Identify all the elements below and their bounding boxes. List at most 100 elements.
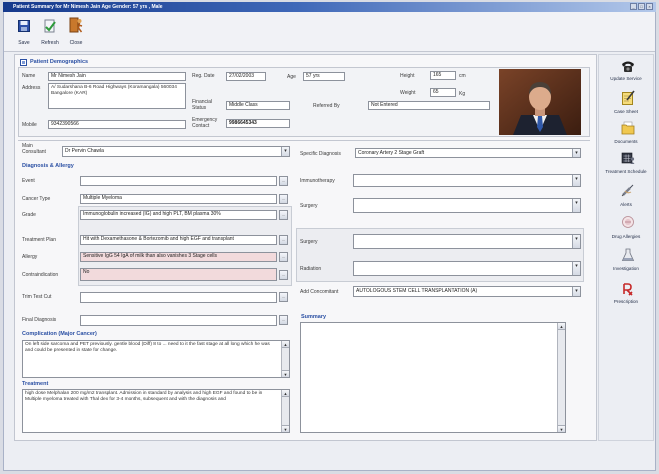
- scroll-up-icon[interactable]: ▲: [282, 341, 289, 348]
- treatment-plan-field[interactable]: Hit with Dexamethasone & Bortezomib and …: [80, 235, 277, 245]
- refresh-icon: [44, 19, 56, 33]
- main-consultant-select[interactable]: Dr Pervin Chawla ▾: [62, 146, 290, 157]
- trim-test-cut-label: Trim Test Cut: [22, 294, 52, 300]
- mobile-label: Mobile: [22, 122, 37, 128]
- event-label: Event: [22, 178, 35, 184]
- surgery-2-field[interactable]: ▾: [353, 234, 581, 249]
- demographics-title: Patient Demographics: [30, 59, 89, 65]
- grade-field[interactable]: Immunoglobulin increased (IG) and high P…: [80, 210, 277, 220]
- weight-label: Weight: [400, 90, 416, 96]
- rx-icon: [623, 283, 633, 296]
- immunotherapy-label: Immunotherapy: [300, 178, 335, 184]
- weight-field[interactable]: 65: [430, 88, 456, 97]
- scroll-down-icon[interactable]: ▼: [282, 370, 289, 377]
- specific-diagnosis-select[interactable]: Coronary Artery 2 Stage Graft ▾: [355, 148, 581, 158]
- complication-scrollbar[interactable]: ▲ ▼: [281, 341, 289, 377]
- surgery-2-label: Surgery: [300, 239, 318, 245]
- chevron-down-icon[interactable]: ▾: [572, 149, 580, 157]
- age-label: Age: [287, 74, 296, 80]
- chevron-down-icon[interactable]: ▾: [572, 199, 580, 212]
- scroll-up-icon[interactable]: ▲: [282, 390, 289, 397]
- toolbar: [4, 12, 655, 52]
- sidebar-item-label: Drug Allergies: [611, 234, 641, 239]
- treatment-plan-lookup-button[interactable]: …: [279, 235, 288, 245]
- name-field[interactable]: Mr Nimesh Jain: [48, 72, 186, 81]
- maximize-button[interactable]: □: [638, 3, 645, 10]
- financial-status-field[interactable]: Middle Class: [226, 101, 290, 110]
- minimize-button[interactable]: _: [630, 3, 637, 10]
- title-bar[interactable]: Patient Summary for Mr Nimesh Jain Age G…: [3, 2, 656, 12]
- specific-diagnosis-value: Coronary Artery 2 Stage Graft: [358, 150, 425, 156]
- height-unit: cm: [459, 73, 466, 79]
- complication-title: Complication (Major Cancer): [22, 331, 97, 337]
- treatment-text: high dose Melphalan 200 mg/m2 transplant…: [25, 391, 263, 402]
- sidebar-item-label: Case Sheet: [613, 109, 638, 114]
- grade-label: Grade: [22, 212, 36, 218]
- chevron-down-icon[interactable]: ▾: [572, 235, 580, 248]
- trim-test-cut-field[interactable]: [80, 292, 277, 303]
- summary-scrollbar[interactable]: ▲ ▼: [557, 323, 565, 432]
- reg-date-field[interactable]: 27/02/2003: [226, 72, 266, 81]
- refresh-button[interactable]: Refresh: [40, 18, 60, 48]
- final-diagnosis-field[interactable]: [80, 315, 277, 326]
- syringe-icon: [621, 184, 634, 197]
- immunotherapy-field[interactable]: ▾: [353, 174, 581, 187]
- name-label: Name: [22, 73, 36, 79]
- radiation-label: Radiation: [300, 266, 322, 272]
- chevron-down-icon[interactable]: ▾: [281, 147, 289, 156]
- sidebar-item-label: Alerts: [620, 202, 632, 207]
- referred-by-field[interactable]: Not Entered: [368, 101, 490, 110]
- contraindication-field[interactable]: No: [80, 268, 277, 281]
- flask-icon: [621, 248, 635, 261]
- add-concomitant-field[interactable]: AUTOLOGOUS STEM CELL TRANSPLANTATION (A)…: [353, 286, 581, 297]
- save-button[interactable]: Save: [14, 18, 34, 48]
- close-window-button[interactable]: ×: [646, 3, 653, 10]
- refresh-label: Refresh: [41, 40, 59, 46]
- final-diagnosis-lookup-button[interactable]: …: [279, 315, 288, 325]
- mobile-field[interactable]: 9342390566: [48, 120, 186, 129]
- contraindication-lookup-button[interactable]: …: [279, 270, 288, 280]
- emergency-contact-label: Emergency Contact: [192, 117, 218, 129]
- emergency-contact-field[interactable]: 9986645343: [226, 119, 290, 128]
- treatment-title: Treatment: [22, 381, 49, 387]
- address-label: Address: [22, 85, 41, 91]
- event-field[interactable]: [80, 176, 277, 186]
- cancer-type-field[interactable]: Multiple Myeloma: [80, 194, 277, 204]
- allergy-field[interactable]: Sensitive IgG 54 IgA of milk than also v…: [80, 252, 277, 262]
- chevron-down-icon[interactable]: ▾: [572, 262, 580, 275]
- address-field[interactable]: A/ Sudarshana B-6 Road Highways (Koraman…: [48, 83, 186, 109]
- chevron-down-icon[interactable]: ▾: [572, 175, 580, 186]
- cancer-type-lookup-button[interactable]: …: [279, 194, 288, 204]
- exit-door-icon: [69, 17, 83, 33]
- scroll-up-icon[interactable]: ▲: [558, 323, 565, 330]
- demographics-icon: [20, 59, 27, 66]
- diagnosis-section-title: Diagnosis & Allergy: [22, 163, 74, 169]
- grade-lookup-button[interactable]: …: [279, 210, 288, 220]
- summary-textarea[interactable]: ▲ ▼: [300, 322, 566, 433]
- trim-test-cut-lookup-button[interactable]: …: [279, 292, 288, 302]
- financial-status-label: Financial Status: [192, 99, 213, 111]
- close-button[interactable]: Close: [66, 16, 86, 48]
- treatment-scrollbar[interactable]: ▲ ▼: [281, 390, 289, 432]
- scroll-down-icon[interactable]: ▼: [282, 425, 289, 432]
- surgery-field[interactable]: ▾: [353, 198, 581, 213]
- allergy-lookup-button[interactable]: …: [279, 252, 288, 262]
- sidebar-item-label: Prescription: [613, 299, 639, 304]
- close-label: Close: [69, 40, 83, 46]
- weight-unit: Kg: [459, 91, 466, 97]
- sidebar-item-label: Update Service: [610, 76, 642, 81]
- sidebar-item-label: Investigation: [613, 266, 639, 271]
- complication-textarea[interactable]: On left side sarcoma and PET previously.…: [22, 340, 290, 378]
- height-field[interactable]: 165: [430, 71, 456, 80]
- radiation-field[interactable]: ▾: [353, 261, 581, 276]
- age-field[interactable]: 57 yrs: [303, 72, 345, 81]
- complication-text: On left side sarcoma and PET previously.…: [25, 342, 270, 353]
- scroll-down-icon[interactable]: ▼: [558, 425, 565, 432]
- event-lookup-button[interactable]: …: [279, 176, 288, 186]
- calendar-icon: [621, 152, 635, 164]
- height-label: Height: [400, 73, 415, 79]
- chevron-down-icon[interactable]: ▾: [572, 287, 580, 296]
- referred-by-label: Referred By: [313, 103, 340, 109]
- patient-photo: [499, 69, 581, 135]
- treatment-textarea[interactable]: high dose Melphalan 200 mg/m2 transplant…: [22, 389, 290, 433]
